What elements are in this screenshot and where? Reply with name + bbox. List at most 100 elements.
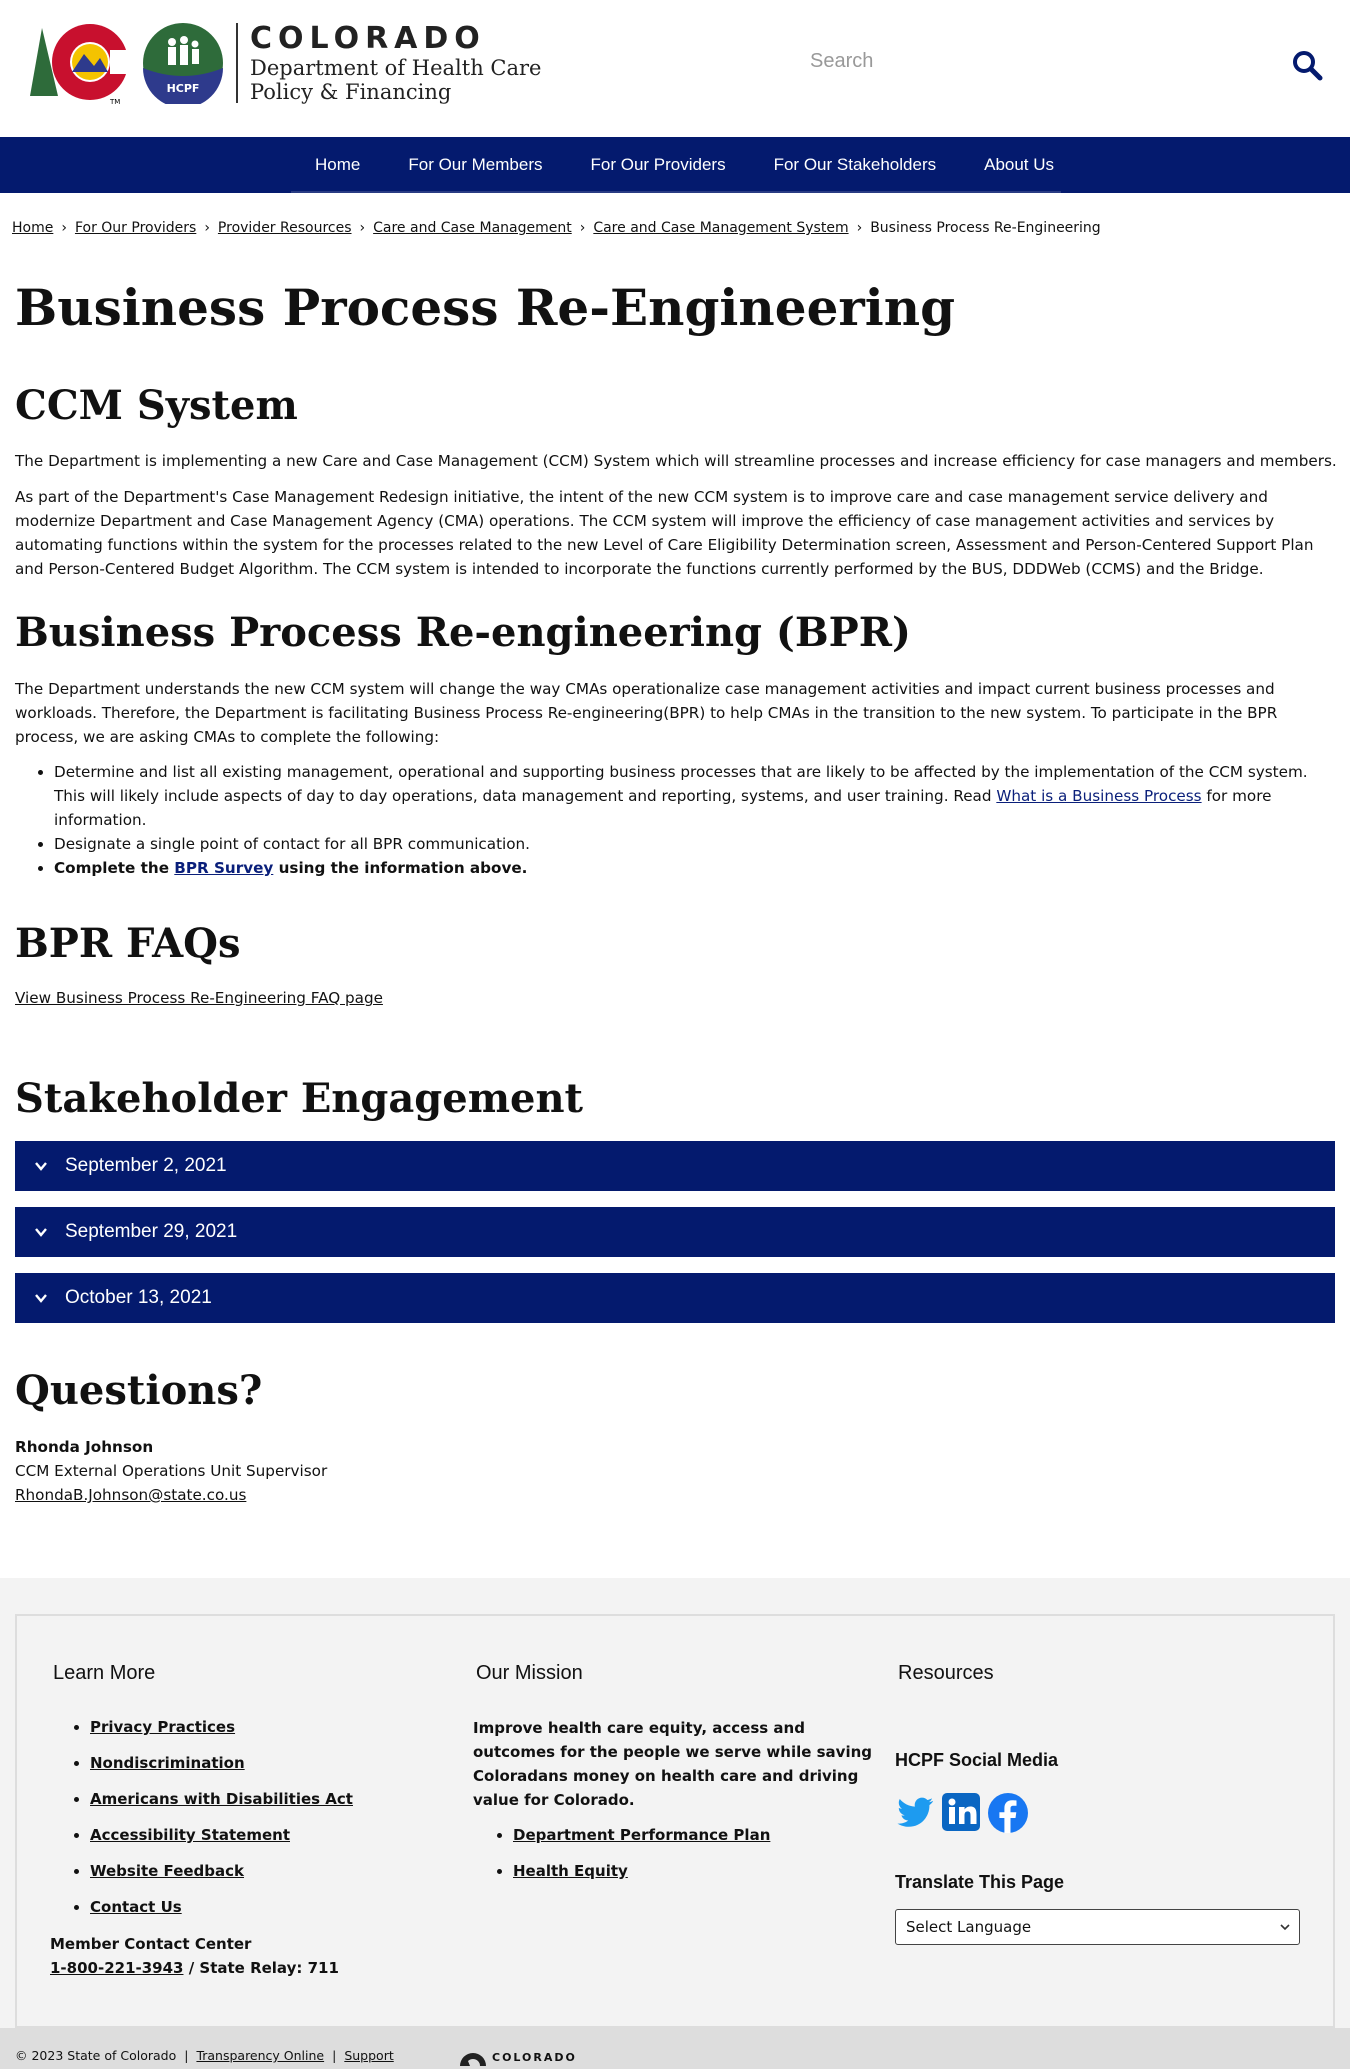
website-feedback-link[interactable]: Website Feedback [90,1862,244,1880]
svg-text:HCPF: HCPF [167,82,200,95]
language-select-value: Select Language [906,1918,1032,1936]
list-item: Accessibility Statement [90,1826,353,1862]
business-process-link[interactable]: What is a Business Process [996,787,1201,805]
list-item: Determine and list all existing manageme… [54,760,1330,832]
nav-about-us[interactable]: About Us [960,155,1078,175]
logo-text: COLORADO Department of Health Care Polic… [250,21,542,105]
accordion-september-2[interactable]: September 2, 2021 [15,1141,1335,1191]
chevron-down-icon [35,1162,47,1171]
nav-underline [291,191,1061,193]
our-mission-heading: Our Mission [476,1662,583,1684]
separator: | [332,2048,337,2063]
bpr-paragraph: The Department understands the new CCM s… [15,680,1278,746]
breadcrumb-for-our-providers[interactable]: For Our Providers [75,220,196,236]
language-select[interactable]: Select Language [895,1909,1300,1945]
privacy-practices-link[interactable]: Privacy Practices [90,1718,235,1736]
colorado-logo-icon: TM [30,24,136,106]
twitter-icon[interactable] [895,1792,935,1832]
nav-home[interactable]: Home [291,155,384,175]
list-item: Nondiscrimination [90,1754,353,1790]
main-nav: Home For Our Members For Our Providers F… [0,137,1350,193]
ada-link[interactable]: Americans with Disabilities Act [90,1790,353,1808]
list-item: Department Performance Plan [513,1826,770,1862]
list-item: Complete the BPR Survey using the inform… [54,856,1330,880]
member-contact-label: Member Contact Center [50,1935,252,1953]
faq-page-link[interactable]: View Business Process Re-Engineering FAQ… [15,986,383,1010]
bottom-colorado-logo[interactable]: COLORADO [458,2048,577,2066]
resources-heading: Resources [898,1662,994,1684]
nav-for-our-stakeholders[interactable]: For Our Stakeholders [750,155,961,175]
search-input[interactable]: Search [810,50,873,73]
learn-more-heading: Learn More [53,1662,156,1684]
nav-for-our-providers[interactable]: For Our Providers [567,155,750,175]
breadcrumb-home[interactable]: Home [12,220,53,236]
contact-email-link[interactable]: RhondaB.Johnson@state.co.us [15,1483,246,1507]
site-header: TM HCPF COLORADO Department of Health Ca… [0,0,1350,137]
ccm-paragraph-1: The Department is implementing a new Car… [15,452,1337,470]
hcpf-logo-icon: HCPF [143,23,223,104]
copyright-text: © 2023 State of Colorado [15,2048,177,2063]
bpr-faqs-heading: BPR FAQs [15,920,241,967]
bpr-survey-link[interactable]: BPR Survey [174,859,273,877]
social-media-heading: HCPF Social Media [895,1750,1059,1770]
breadcrumb: Home › For Our Providers › Provider Reso… [12,220,1101,236]
breadcrumb-separator: › [61,220,67,236]
member-contact-phone-line: 1-800-221-3943 / State Relay: 711 [50,1956,339,1980]
accordion-label: October 13, 2021 [65,1287,212,1308]
breadcrumb-separator: › [579,220,586,236]
search-icon[interactable] [1290,48,1324,82]
bottom-legal: © 2023 State of Colorado | Transparency … [15,2048,394,2063]
learn-more-list: Privacy Practices Nondiscrimination Amer… [90,1718,353,1934]
mission-text: Improve health care equity, access and o… [473,1719,873,1809]
logo-dept-line1: Department of Health Care [250,56,542,80]
member-phone-link[interactable]: 1-800-221-3943 [50,1959,183,1977]
breadcrumb-separator: › [204,220,210,236]
colorado-logo-icon [460,2053,486,2066]
transparency-online-link[interactable]: Transparency Online [196,2048,324,2063]
ccm-system-heading: CCM System [15,382,298,429]
bpr-steps-list: Determine and list all existing manageme… [40,760,1330,880]
logo-dept-line2: Policy & Financing [250,80,452,104]
nav-for-our-members[interactable]: For Our Members [384,155,566,175]
department-performance-plan-link[interactable]: Department Performance Plan [513,1826,770,1844]
accessibility-statement-link[interactable]: Accessibility Statement [90,1826,290,1844]
list-item: Contact Us [90,1898,353,1934]
nondiscrimination-link[interactable]: Nondiscrimination [90,1754,245,1772]
breadcrumb-provider-resources[interactable]: Provider Resources [218,220,352,236]
contact-us-link[interactable]: Contact Us [90,1898,182,1916]
contact-name: Rhonda Johnson [15,1438,154,1456]
accordion-label: September 2, 2021 [65,1155,227,1176]
list-item: Website Feedback [90,1862,353,1898]
accordion-october-13[interactable]: October 13, 2021 [15,1273,1335,1323]
svg-text:TM: TM [109,98,120,106]
linkedin-icon[interactable] [941,1792,981,1832]
contact-title: CCM External Operations Unit Supervisor [15,1462,328,1480]
mission-links-list: Department Performance Plan Health Equit… [513,1826,770,1898]
ccm-paragraph-2: As part of the Department's Case Managem… [15,488,1314,578]
breadcrumb-current: Business Process Re-Engineering [870,220,1101,236]
separator: | [184,2048,189,2063]
breadcrumb-separator: › [359,220,366,236]
site-logo[interactable]: TM HCPF COLORADO Department of Health Ca… [28,20,541,106]
accordion-september-29[interactable]: September 29, 2021 [15,1207,1335,1257]
breadcrumb-separator: › [856,220,863,236]
list-item: Health Equity [513,1862,770,1898]
breadcrumb-ccm-system[interactable]: Care and Case Management System [593,220,848,236]
page-title: Business Process Re-Engineering [15,278,956,337]
accordion-label: September 29, 2021 [65,1221,238,1242]
list-item: Privacy Practices [90,1718,353,1754]
facebook-icon[interactable] [987,1792,1029,1834]
chevron-down-icon [35,1228,47,1237]
bottom-logo-text: COLORADO [492,2050,577,2064]
bpr-heading: Business Process Re-engineering (BPR) [15,609,911,656]
questions-heading: Questions? [15,1367,263,1414]
breadcrumb-care-case-management[interactable]: Care and Case Management [373,220,572,236]
logo-divider [236,23,238,103]
translate-heading: Translate This Page [895,1872,1065,1892]
support-link[interactable]: Support [344,2048,393,2063]
social-icons [895,1792,1035,1834]
state-relay-text: / State Relay: 711 [183,1959,339,1977]
logo-colorado-text: COLORADO [250,21,486,56]
stakeholder-engagement-heading: Stakeholder Engagement [15,1075,584,1122]
health-equity-link[interactable]: Health Equity [513,1862,628,1880]
